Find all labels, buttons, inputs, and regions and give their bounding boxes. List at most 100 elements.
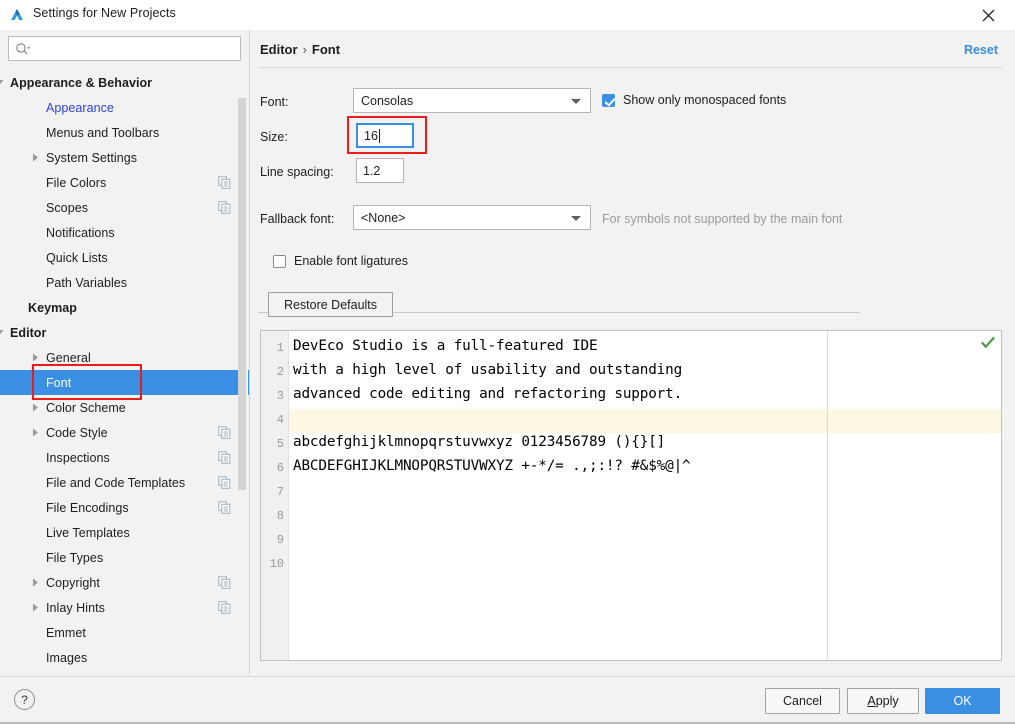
sidebar-item-file-encodings[interactable]: File Encodings xyxy=(0,495,249,520)
sidebar-item-file-colors[interactable]: File Colors xyxy=(0,170,249,195)
enable-ligatures-row[interactable]: Enable font ligatures xyxy=(273,254,408,268)
sidebar-item-label: Inlay Hints xyxy=(46,600,105,615)
sidebar-item-label: Editor xyxy=(10,325,47,340)
chevron-down-icon xyxy=(571,98,581,104)
copy-settings-icon[interactable] xyxy=(218,601,231,614)
preview-line-number: 8 xyxy=(276,509,284,523)
sidebar-item-images[interactable]: Images xyxy=(0,645,249,670)
sidebar-item-general[interactable]: General xyxy=(0,345,249,370)
sidebar-item-label: Appearance & Behavior xyxy=(10,75,153,90)
copy-settings-icon[interactable] xyxy=(218,426,231,439)
sidebar-item-emmet[interactable]: Emmet xyxy=(0,620,249,645)
search-icon xyxy=(15,42,31,56)
enable-ligatures-label: Enable font ligatures xyxy=(294,254,408,268)
show-monospaced-checkbox[interactable] xyxy=(602,93,615,107)
preview-line-number: 7 xyxy=(276,485,284,499)
sidebar-item-label: Images xyxy=(46,650,88,665)
fallback-font-combobox[interactable]: <None> xyxy=(353,205,591,230)
sidebar-item-quick-lists[interactable]: Quick Lists xyxy=(0,245,249,270)
preview-code-line: DevEco Studio is a full-featured IDE xyxy=(293,338,598,354)
sidebar-item-notifications[interactable]: Notifications xyxy=(0,220,249,245)
search-input[interactable] xyxy=(35,37,235,60)
chevron-right-icon[interactable] xyxy=(29,602,41,614)
sidebar-item-menus-and-toolbars[interactable]: Menus and Toolbars xyxy=(0,120,249,145)
copy-settings-icon[interactable] xyxy=(218,201,231,214)
copy-settings-icon[interactable] xyxy=(218,501,231,514)
preview-code-area[interactable]: DevEco Studio is a full-featured IDE with… xyxy=(289,331,1001,660)
settings-dialog: Settings for New Projects Appearance & B… xyxy=(0,0,1015,724)
sidebar-item-path-variables[interactable]: Path Variables xyxy=(0,270,249,295)
restore-defaults-button[interactable]: Restore Defaults xyxy=(268,292,393,317)
ok-button[interactable]: OK xyxy=(925,688,1000,714)
search-box[interactable] xyxy=(8,36,241,61)
chevron-right-icon[interactable] xyxy=(29,577,41,589)
sidebar-item-live-templates[interactable]: Live Templates xyxy=(0,520,249,545)
sidebar-item-label: Quick Lists xyxy=(46,250,108,265)
copy-settings-icon[interactable] xyxy=(218,576,231,589)
dialog-footer: ? Cancel Apply OK xyxy=(0,676,1015,722)
settings-content: Editor › Font Reset Font: Consolas Show on… xyxy=(250,30,1015,676)
breadcrumb-parent[interactable]: Editor xyxy=(260,42,298,57)
help-button[interactable]: ? xyxy=(14,689,35,710)
sidebar-item-color-scheme[interactable]: Color Scheme xyxy=(0,395,249,420)
show-monospaced-row[interactable]: Show only monospaced fonts xyxy=(602,93,786,107)
settings-tree[interactable]: Appearance & Behavior Appearance Menus and… xyxy=(0,70,249,676)
chevron-down-icon[interactable] xyxy=(0,327,5,339)
chevron-right-icon[interactable] xyxy=(29,402,41,414)
sidebar-item-font[interactable]: Font xyxy=(0,370,249,395)
font-preview-editor[interactable]: 1 2 3 4 5 6 7 8 9 10 DevEco Studio is a full-feat… xyxy=(260,330,1002,661)
apply-button[interactable]: Apply xyxy=(847,688,919,714)
sidebar-item-inspections[interactable]: Inspections xyxy=(0,445,249,470)
close-button[interactable] xyxy=(969,2,1007,28)
deveco-studio-logo-icon xyxy=(9,7,25,23)
preview-line-number-gutter: 1 2 3 4 5 6 7 8 9 10 xyxy=(261,331,289,660)
chevron-right-icon[interactable] xyxy=(29,427,41,439)
sidebar-item-label: Font xyxy=(46,375,72,390)
sidebar-item-inlay-hints[interactable]: Inlay Hints xyxy=(0,595,249,620)
preview-line-number: 2 xyxy=(276,365,284,379)
chevron-right-icon[interactable] xyxy=(29,152,41,164)
sidebar-item-copyright[interactable]: Copyright xyxy=(0,570,249,595)
copy-settings-icon[interactable] xyxy=(218,176,231,189)
header-divider xyxy=(260,67,1002,68)
line-spacing-value: 1.2 xyxy=(363,163,381,178)
sidebar-item-label: Keymap xyxy=(28,300,77,315)
copy-settings-icon[interactable] xyxy=(218,476,231,489)
sidebar-item-file-and-code-templates[interactable]: File and Code Templates xyxy=(0,470,249,495)
breadcrumb: Editor › Font xyxy=(260,42,340,57)
chevron-down-icon[interactable] xyxy=(0,77,5,89)
copy-settings-icon[interactable] xyxy=(218,451,231,464)
preview-line-number: 9 xyxy=(276,533,284,547)
preview-line-number: 5 xyxy=(276,437,284,451)
sidebar-scrollbar-track[interactable] xyxy=(238,70,248,676)
preview-line-number: 1 xyxy=(276,341,284,355)
line-spacing-input[interactable]: 1.2 xyxy=(356,158,404,183)
chevron-right-icon[interactable] xyxy=(29,352,41,364)
font-family-combobox[interactable]: Consolas xyxy=(353,88,591,113)
sidebar-item-code-style[interactable]: Code Style xyxy=(0,420,249,445)
preview-line-number: 3 xyxy=(276,389,284,403)
sidebar-item-label: File Encodings xyxy=(46,500,129,515)
sidebar-item-scopes[interactable]: Scopes xyxy=(0,195,249,220)
sidebar-item-label: General xyxy=(46,350,91,365)
sidebar-item-system-settings[interactable]: System Settings xyxy=(0,145,249,170)
sidebar-item-file-types[interactable]: File Types xyxy=(0,545,249,570)
reset-link[interactable]: Reset xyxy=(964,43,998,57)
sidebar-scrollbar-thumb[interactable] xyxy=(238,98,246,490)
title-bar: Settings for New Projects xyxy=(0,0,1015,30)
sidebar-item-keymap[interactable]: Keymap xyxy=(0,295,249,320)
sidebar-item-label: File Types xyxy=(46,550,104,565)
sidebar-item-appearance[interactable]: Appearance xyxy=(0,95,249,120)
green-check-icon[interactable] xyxy=(980,336,995,350)
sidebar-item-label: Scopes xyxy=(46,200,88,215)
fallback-font-value: <None> xyxy=(361,210,406,225)
sidebar-item-appearance-behavior[interactable]: Appearance & Behavior xyxy=(0,70,249,95)
sidebar-item-editor[interactable]: Editor xyxy=(0,320,249,345)
fallback-font-label: Fallback font: xyxy=(260,212,335,226)
font-size-value: 16 xyxy=(364,128,378,143)
preview-code-line: ABCDEFGHIJKLMNOPQRSTUVWXYZ +-*/= .,;:!? … xyxy=(293,458,691,474)
cancel-button[interactable]: Cancel xyxy=(765,688,840,714)
enable-ligatures-checkbox[interactable] xyxy=(273,254,286,268)
font-size-input[interactable]: 16 xyxy=(356,123,414,148)
preview-code-line: abcdefghijklmnopqrstuvwxyz 0123456789 ()… xyxy=(293,434,666,450)
